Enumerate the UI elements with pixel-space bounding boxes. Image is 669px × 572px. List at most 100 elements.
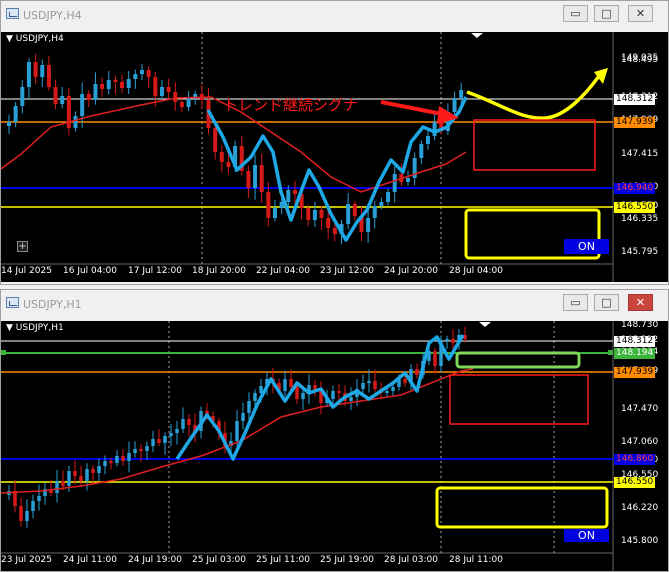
candle-body [55, 481, 59, 493]
price-axis-label: 146.220 [621, 503, 659, 513]
level-handle [608, 350, 613, 355]
price-axis-label: 147.415 [621, 149, 659, 159]
on-toggle-button[interactable]: ON [564, 529, 609, 542]
price-axis-label: 145.795 [621, 247, 659, 257]
candle-body [432, 122, 437, 136]
time-axis-label: 24 Jul 20:00 [384, 266, 438, 276]
candle-body [31, 501, 35, 511]
candle-body [73, 471, 77, 476]
price-tag-green: 148.194 [614, 348, 656, 359]
maximize-button[interactable]: □ [594, 294, 619, 311]
candle-body [97, 466, 101, 473]
price-tag-yellow: 146.550 [614, 202, 656, 213]
candle-body [241, 413, 245, 421]
minimize-button[interactable]: ▭ [563, 294, 588, 311]
candle-body [425, 136, 430, 144]
candle-body [187, 419, 191, 425]
chart-window-h4: USDJPY,H4 ▭ □ ✕ ▼ USDJPY,H4 トレンド継続シグナ + … [0, 0, 669, 285]
add-indicator-icon[interactable]: + [17, 241, 28, 252]
candle-body [85, 469, 89, 481]
candle-body [60, 96, 65, 104]
time-axis-label: 16 Jul 04:00 [63, 266, 117, 276]
candle-body [19, 506, 23, 521]
price-axis-label: 148.730 [621, 321, 659, 330]
candle-body [179, 102, 184, 107]
candle-body [319, 210, 324, 218]
candle-body [115, 456, 119, 463]
window-title: USDJPY,H4 [23, 9, 82, 22]
candle-body [349, 397, 353, 401]
price-tag-support: 146.860 [614, 454, 656, 465]
time-axis-label: 28 Jul 04:00 [449, 266, 503, 276]
candle-body [139, 449, 143, 451]
candle-body [166, 87, 171, 92]
candle-body [53, 87, 58, 104]
candle-body [385, 391, 389, 393]
price-tag-yellow: 146.550 [614, 477, 656, 488]
candle-body [163, 436, 167, 443]
candle-body [120, 82, 125, 88]
time-axis-label: 28 Jul 11:00 [449, 555, 503, 565]
candle-body [361, 383, 365, 389]
candle-body [286, 190, 291, 202]
candle-body [13, 491, 17, 506]
price-tag-resistance: 147.939 [614, 117, 656, 128]
candle-body [127, 453, 131, 461]
time-axis-label: 23 Jul 12:00 [320, 266, 374, 276]
candle-body [91, 469, 95, 473]
price-tag-current: 148.312 [614, 336, 656, 347]
time-axis-label: 14 Jul 2025 [1, 266, 52, 276]
title-bar[interactable]: USDJPY,H4 ▭ □ ✕ [1, 1, 668, 29]
price-axis-label: 148.495 [621, 55, 659, 65]
price-chart[interactable]: ▼ USDJPY,H4 トレンド継続シグナ + ON 149.035 148.49… [1, 32, 668, 282]
candle-body [151, 439, 155, 446]
candle-body [126, 79, 131, 88]
candle-body [246, 171, 251, 188]
candle-body [40, 65, 45, 77]
price-chart[interactable]: ▼ USDJPY,H1 ON 148.730 148.312148.194 147.… [1, 321, 668, 571]
price-axis-label: 145.800 [621, 536, 659, 546]
candle-body [113, 80, 118, 82]
candle-body [153, 77, 158, 96]
candle-body [186, 98, 191, 107]
candle-body [145, 446, 149, 451]
candle-body [106, 80, 111, 89]
time-axis-label: 23 Jul 2025 [1, 555, 52, 565]
candle-body [93, 84, 98, 100]
candle-body [451, 339, 455, 343]
candle-body [253, 165, 258, 188]
candle-body [20, 87, 25, 106]
candle-body [67, 471, 71, 486]
price-tag-resistance: 147.939 [614, 367, 656, 378]
candle-body [159, 87, 164, 96]
trend-wave-line [206, 96, 468, 242]
candle-body [346, 204, 351, 224]
candle-body [352, 204, 357, 216]
price-axis-label: 147.470 [621, 404, 659, 414]
minimize-button[interactable]: ▭ [563, 5, 588, 22]
time-axis-label: 25 Jul 03:00 [192, 555, 246, 565]
title-bar[interactable]: USDJPY,H1 ▭ □ ✕ [1, 290, 668, 318]
candle-body [169, 433, 173, 436]
candle-body [433, 351, 437, 366]
candle-body [7, 122, 11, 126]
candle-body [386, 192, 391, 202]
maximize-button[interactable]: □ [594, 5, 619, 22]
close-button[interactable]: ✕ [628, 294, 653, 311]
candle-body [459, 90, 464, 98]
candle-body [133, 74, 138, 79]
candle-body [289, 379, 293, 387]
price-tag-current: 148.312 [614, 94, 656, 105]
symbol-label: ▼ USDJPY,H1 [6, 323, 64, 333]
candle-body [403, 379, 407, 383]
time-axis-label: 24 Jul 11:00 [63, 555, 117, 565]
candle-body [213, 128, 218, 152]
on-toggle-button[interactable]: ON [564, 239, 609, 254]
price-tag-support: 146.940 [614, 183, 656, 194]
candle-body [46, 65, 51, 87]
candle-body [326, 218, 331, 228]
close-button[interactable]: ✕ [628, 5, 653, 22]
candle-body [181, 419, 185, 429]
candle-body [266, 192, 271, 218]
candle-body [33, 62, 38, 77]
